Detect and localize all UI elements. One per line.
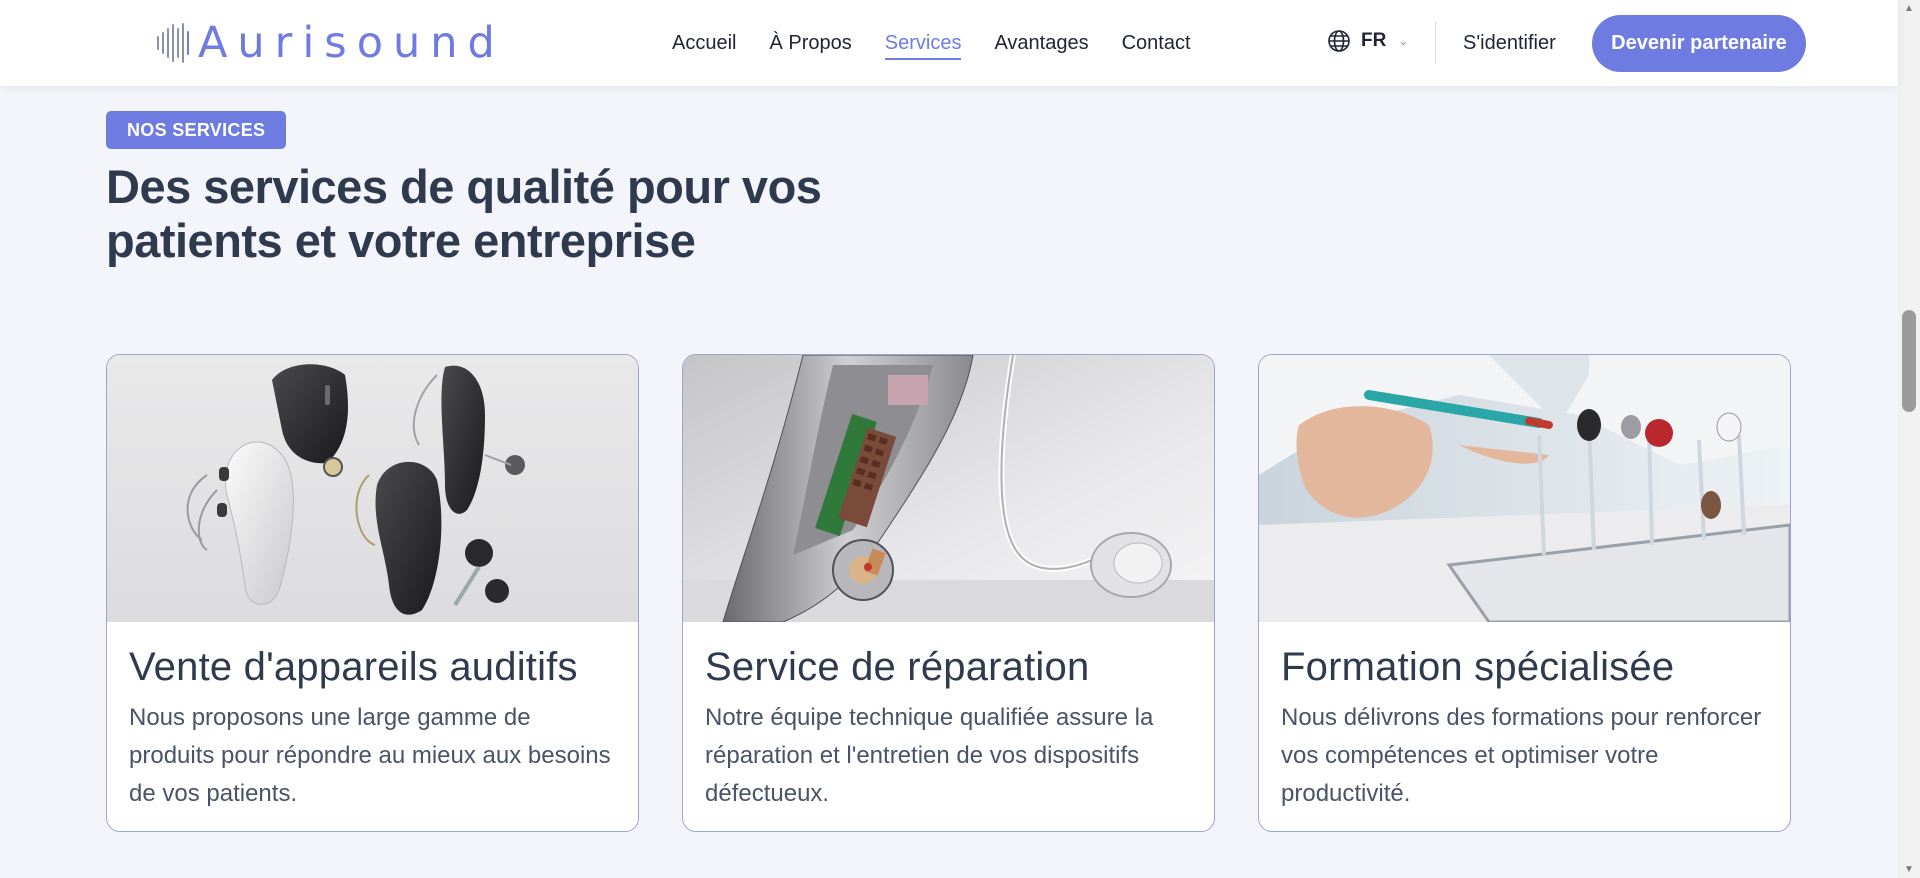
scroll-up-arrow-icon[interactable]: ▲	[1904, 3, 1914, 14]
header-divider	[1435, 22, 1436, 64]
service-card-sales[interactable]: Vente d'appareils auditifs Nous proposon…	[106, 354, 639, 832]
training-image	[1259, 355, 1790, 622]
nav-item-services[interactable]: Services	[884, 0, 961, 86]
globe-icon	[1328, 30, 1350, 52]
language-code: FR	[1361, 30, 1387, 51]
service-card-repair[interactable]: Service de réparation Notre équipe techn…	[682, 354, 1215, 832]
nav-item-a-propos[interactable]: À Propos	[769, 0, 851, 86]
become-partner-button[interactable]: Devenir partenaire	[1592, 15, 1806, 72]
service-card-training[interactable]: Formation spécialisée Nous délivrons des…	[1258, 354, 1791, 832]
hearing-aid-cutaway-image	[683, 355, 1214, 622]
section-heading-line2: patients et votre entreprise	[106, 214, 696, 267]
chevron-down-icon: ⌄	[1398, 34, 1409, 48]
section-heading-line1: Des services de qualité pour vos	[106, 160, 822, 213]
nav-item-accueil[interactable]: Accueil	[672, 0, 736, 86]
hearing-aids-image	[107, 355, 638, 622]
scroll-down-arrow-icon[interactable]: ▼	[1904, 864, 1914, 875]
nav-item-contact[interactable]: Contact	[1122, 0, 1191, 86]
main-nav: Accueil À Propos Services Avantages Cont…	[672, 0, 1224, 86]
soundwave-icon	[157, 23, 189, 63]
page-scrollbar[interactable]: ▲ ▼	[1898, 0, 1920, 878]
site-header: Aurisound Accueil À Propos Services Avan…	[0, 0, 1898, 86]
section-heading: Des services de qualité pour vos patient…	[106, 160, 1006, 268]
card-title: Vente d'appareils auditifs	[129, 645, 578, 689]
logo[interactable]: Aurisound	[157, 20, 505, 66]
card-description: Nous proposons une large gamme de produi…	[129, 704, 611, 807]
login-link[interactable]: S'identifier	[1463, 0, 1556, 86]
card-description: Nous délivrons des formations pour renfo…	[1281, 704, 1762, 807]
logo-text: Aurisound	[198, 17, 505, 68]
card-title: Service de réparation	[705, 645, 1090, 689]
nav-item-avantages[interactable]: Avantages	[994, 0, 1088, 86]
scrollbar-thumb[interactable]	[1902, 310, 1916, 412]
card-description: Notre équipe technique qualifiée assure …	[705, 704, 1154, 807]
language-selector[interactable]: FR ⌄	[1327, 29, 1408, 53]
section-badge: NOS SERVICES	[106, 111, 287, 149]
card-title: Formation spécialisée	[1281, 645, 1675, 689]
